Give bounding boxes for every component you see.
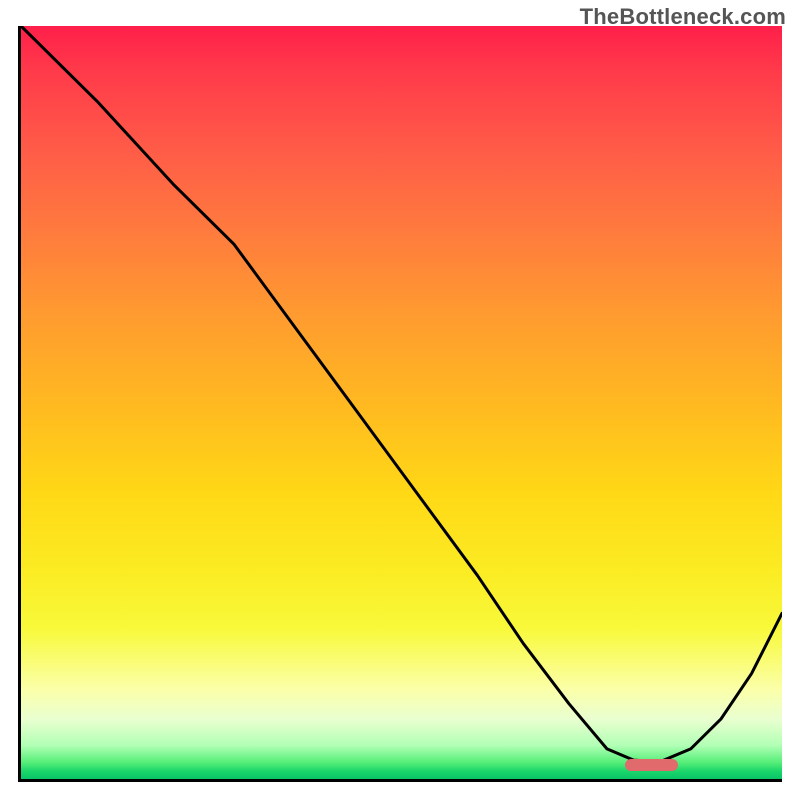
bottleneck-curve (21, 26, 782, 779)
chart-container: TheBottleneck.com (0, 0, 800, 800)
optimal-range-marker (625, 759, 678, 771)
plot-area (18, 26, 782, 782)
